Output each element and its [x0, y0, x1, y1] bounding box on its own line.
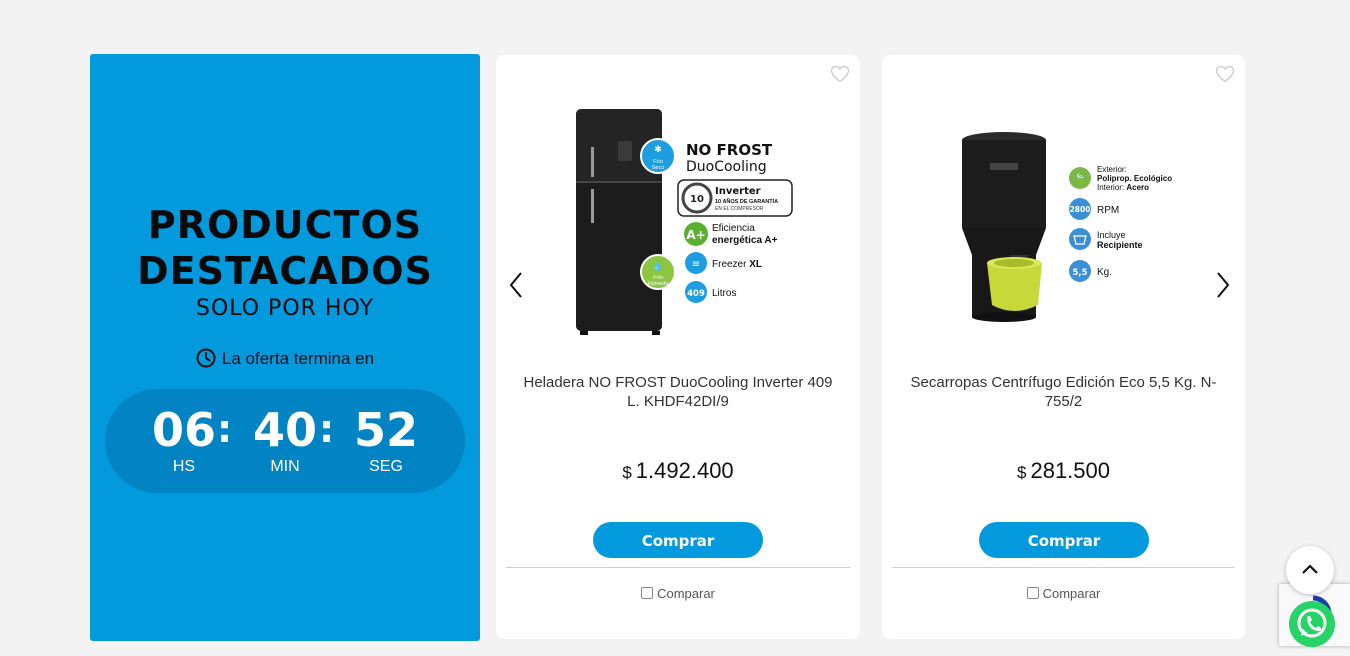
product-name[interactable]: Secarropas Centrífugo Edición Eco 5,5 Kg…	[902, 373, 1225, 411]
svg-text:10 AÑOS DE GARANTÍA: 10 AÑOS DE GARANTÍA	[715, 197, 778, 205]
compare-checkbox[interactable]	[641, 587, 654, 599]
svg-text:10: 10	[690, 194, 704, 205]
price-value: 1.492.400	[635, 458, 734, 483]
product-card[interactable]: 🍃 Exterior: Poliprop. Ecológico Interior…	[882, 55, 1245, 639]
svg-text:409: 409	[687, 289, 705, 299]
svg-text:NO FROST: NO FROST	[686, 141, 773, 159]
product-price: $281.500	[882, 458, 1245, 484]
svg-text:Kg.: Kg.	[1097, 267, 1112, 278]
svg-text:energética A+: energética A+	[712, 235, 778, 246]
svg-text:Eficiencia: Eficiencia	[712, 223, 755, 234]
svg-text:Inverter: Inverter	[715, 186, 761, 197]
promo-title-line1: PRODUCTOS	[147, 203, 423, 247]
chevron-left-icon[interactable]	[508, 271, 524, 299]
compare-checkbox[interactable]	[1026, 587, 1039, 599]
buy-button[interactable]: Comprar	[979, 522, 1149, 558]
timer-seconds-value: 52	[353, 403, 418, 457]
svg-text:💧: 💧	[652, 260, 663, 272]
product-image[interactable]: 🍃 Exterior: Poliprop. Ecológico Interior…	[882, 95, 1245, 345]
svg-text:✱: ✱	[654, 145, 662, 155]
compare-control[interactable]: Comparar	[882, 586, 1245, 601]
timer-minutes: 40 MIN	[240, 403, 330, 476]
svg-text:Húmedo: Húmedo	[648, 281, 669, 287]
whatsapp-icon	[1297, 608, 1327, 638]
chevron-up-icon	[1302, 564, 1318, 574]
timer-hours: 06 HS	[139, 403, 229, 476]
timer-seconds-label: SEG	[369, 458, 403, 475]
price-currency: $	[622, 463, 632, 482]
scroll-to-top-button[interactable]	[1286, 546, 1334, 594]
product-price: $1.492.400	[496, 458, 860, 484]
svg-text:Litros: Litros	[712, 288, 736, 299]
feature-list: 🍃 Exterior: Poliprop. Ecológico Interior…	[1069, 165, 1172, 282]
countdown-timer: 06 HS : 40 MIN : 52 SEG	[105, 389, 465, 493]
svg-text:≡: ≡	[692, 259, 700, 270]
price-value: 281.500	[1030, 458, 1110, 483]
timer-separator: :	[217, 407, 233, 451]
compare-label[interactable]: Comparar	[1043, 586, 1101, 601]
promo-title-line2: DESTACADOS	[137, 249, 433, 293]
svg-text:Freezer XL: Freezer XL	[712, 259, 762, 270]
heart-icon[interactable]	[1215, 65, 1235, 83]
promo-subtitle: SOLO POR HOY	[195, 296, 375, 321]
heart-icon[interactable]	[830, 65, 850, 83]
timer-separator: :	[319, 407, 335, 451]
svg-text:Seco: Seco	[652, 165, 665, 171]
promo-title: PRODUCTOS DESTACADOS	[90, 202, 480, 294]
svg-text:2800: 2800	[1070, 205, 1091, 214]
cold-humid-badge: 💧 Frío Húmedo	[640, 254, 676, 290]
svg-text:Poliprop. Ecológico: Poliprop. Ecológico	[1097, 174, 1172, 183]
whatsapp-button[interactable]	[1289, 601, 1335, 647]
offer-ends-text: La oferta termina en	[221, 349, 375, 368]
timer-hours-value: 06	[151, 403, 216, 457]
buy-button[interactable]: Comprar	[593, 522, 763, 558]
svg-text:Recipiente: Recipiente	[1097, 240, 1143, 250]
offer-ends-row: La oferta termina en	[90, 348, 480, 369]
compare-control[interactable]: Comparar	[496, 586, 860, 601]
svg-text:A+: A+	[686, 228, 705, 242]
svg-text:🍃: 🍃	[1074, 172, 1086, 185]
svg-text:Interior: Acero: Interior: Acero	[1097, 183, 1149, 192]
clock-icon	[196, 348, 216, 368]
timer-seconds: 52 SEG	[341, 403, 431, 476]
product-image[interactable]: ✱ Frío Seco 💧 Frío Húmedo NO FROST DuoCo…	[496, 95, 860, 345]
feature-list: NO FROST DuoCooling 10 Inverter 10 AÑOS …	[677, 141, 793, 303]
promo-panel: PRODUCTOS DESTACADOS SOLO POR HOY La ofe…	[90, 54, 480, 641]
cold-dry-badge: ✱ Frío Seco	[640, 138, 676, 174]
dryer-illustration	[962, 132, 1046, 322]
svg-text:5,5: 5,5	[1072, 268, 1087, 278]
svg-text:RPM: RPM	[1097, 205, 1119, 216]
svg-text:DuoCooling: DuoCooling	[686, 159, 767, 175]
timer-hours-label: HS	[172, 458, 196, 475]
compare-label[interactable]: Comparar	[657, 586, 715, 601]
svg-text:Incluye: Incluye	[1097, 230, 1126, 240]
chevron-right-icon[interactable]	[1215, 271, 1231, 299]
price-currency: $	[1017, 463, 1027, 482]
divider	[892, 567, 1235, 568]
timer-minutes-value: 40	[252, 403, 317, 457]
svg-text:Exterior:: Exterior:	[1097, 165, 1127, 174]
divider	[506, 567, 850, 568]
product-name[interactable]: Heladera NO FROST DuoCooling Inverter 40…	[516, 373, 840, 411]
product-card[interactable]: ✱ Frío Seco 💧 Frío Húmedo NO FROST DuoCo…	[496, 55, 860, 639]
svg-text:EN EL COMPRESOR: EN EL COMPRESOR	[715, 206, 764, 212]
timer-minutes-label: MIN	[270, 458, 300, 475]
